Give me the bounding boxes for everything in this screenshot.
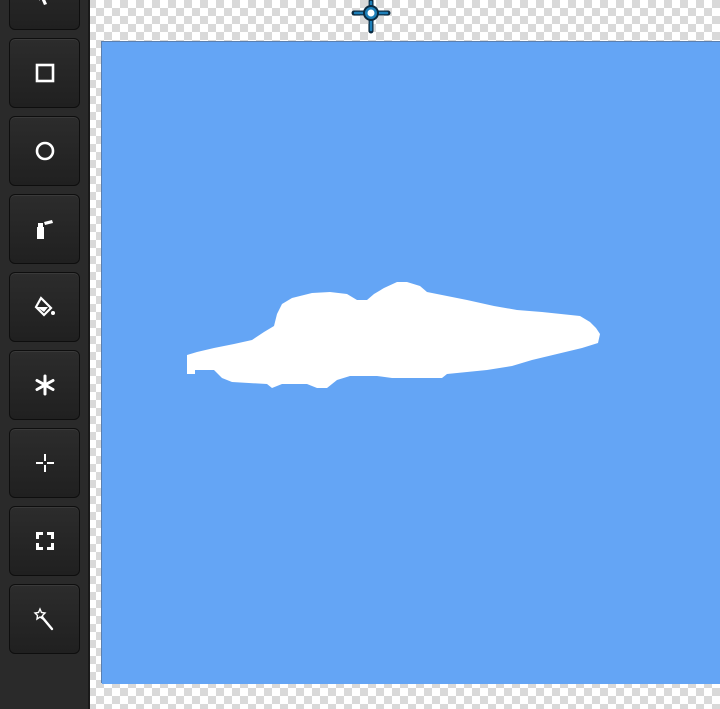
move-tool-button[interactable] [9, 428, 80, 498]
fill-tool-button[interactable] [9, 272, 80, 342]
circle-icon [35, 141, 55, 161]
selection-marquee-icon [36, 532, 54, 550]
canvas-artwork [102, 42, 720, 684]
asterisk-icon [35, 374, 55, 396]
crosshair-move-icon [36, 454, 54, 472]
stamp-tool-button[interactable] [9, 350, 80, 420]
rectangle-tool-button[interactable] [9, 38, 80, 108]
paint-bucket-icon [34, 296, 55, 317]
select-tool-button[interactable] [9, 0, 80, 30]
drawing-canvas[interactable] [101, 41, 720, 684]
spray-can-icon [37, 220, 53, 239]
square-icon [35, 63, 55, 83]
ellipse-tool-button[interactable] [9, 116, 80, 186]
arrow-cursor-icon [39, 0, 47, 5]
magic-wand-icon [33, 607, 54, 631]
crosshair-target-icon[interactable] [351, 0, 391, 34]
marquee-tool-button[interactable] [9, 506, 80, 576]
spray-tool-button[interactable] [9, 194, 80, 264]
magic-wand-tool-button[interactable] [9, 584, 80, 654]
tool-palette [0, 0, 90, 709]
